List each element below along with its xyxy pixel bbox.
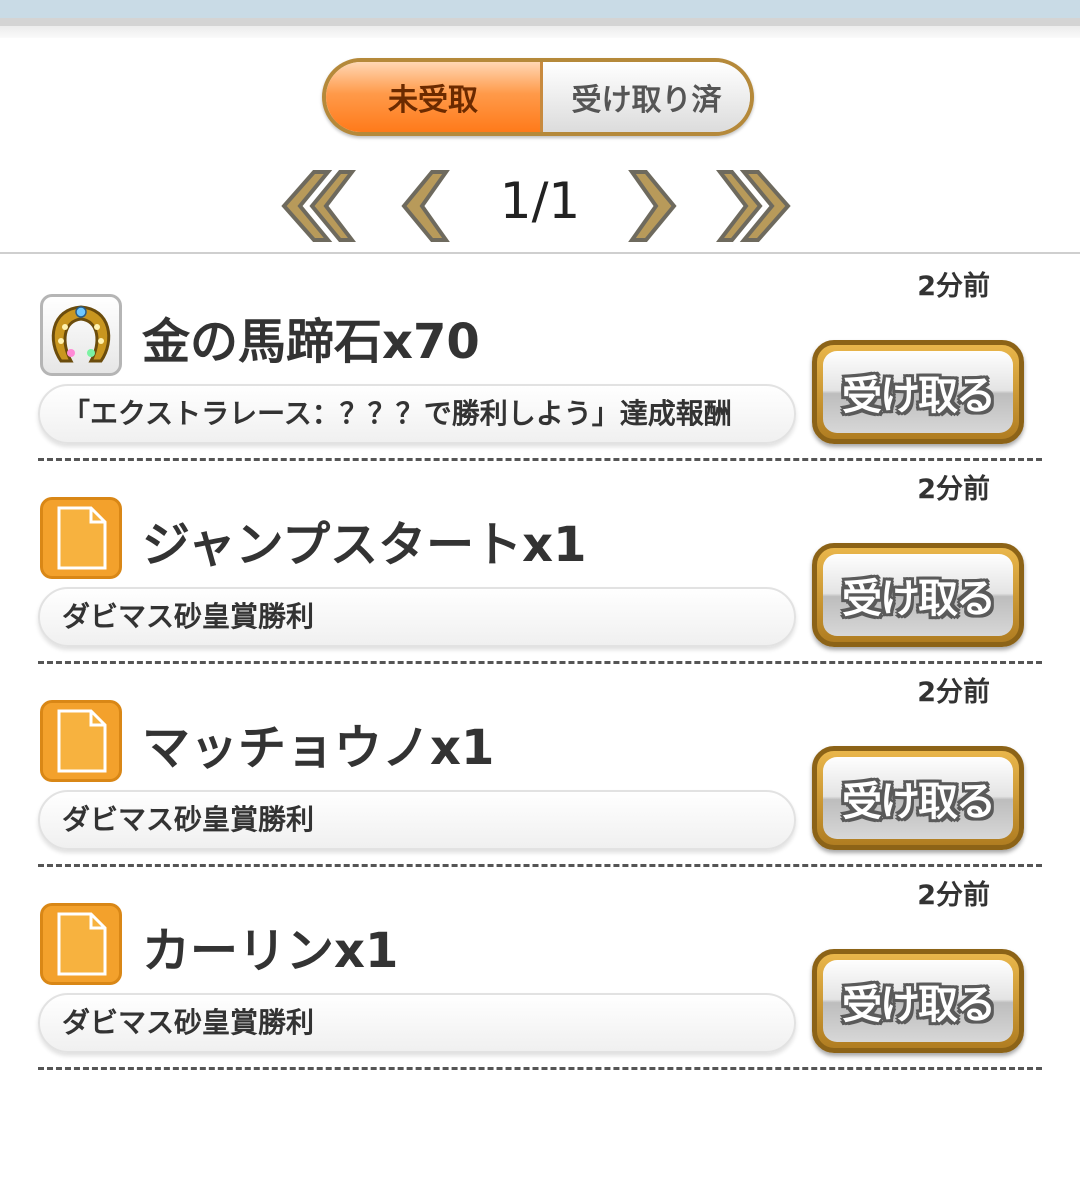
receive-button[interactable]: 受け取る: [812, 949, 1024, 1053]
item-description: 「エクストラレース：？？？で勝利しよう」達成報酬: [38, 384, 796, 444]
item-description: ダビマス砂皇賞勝利: [38, 993, 796, 1053]
document-icon: [40, 497, 122, 579]
top-bar-shadow: [0, 26, 1080, 38]
item-title: カーリンx1: [142, 923, 399, 979]
header-divider: [0, 252, 1080, 254]
double-chevron-right-icon: [715, 170, 791, 242]
receive-button-label: 受け取る: [842, 779, 996, 825]
tab-switcher: 未受取 受け取り済: [322, 58, 754, 136]
chevron-left-icon: [401, 170, 450, 242]
first-page-button[interactable]: [276, 166, 357, 246]
receive-button-label: 受け取る: [842, 576, 996, 622]
next-page-button[interactable]: [606, 166, 686, 246]
item-time: 2分前: [917, 271, 990, 302]
item-time: 2分前: [917, 880, 990, 911]
document-icon: [40, 903, 122, 985]
receive-button-label: 受け取る: [842, 373, 996, 419]
chevron-right-icon: [628, 170, 677, 242]
page-indicator: 1/1: [499, 172, 581, 230]
tab-claimed[interactable]: 受け取り済: [543, 62, 750, 132]
document-icon: [40, 700, 122, 782]
top-bar-border: [0, 18, 1080, 26]
prev-page-button[interactable]: [392, 166, 472, 246]
receive-button[interactable]: 受け取る: [812, 543, 1024, 647]
tab-unclaimed[interactable]: 未受取: [326, 62, 543, 132]
horseshoe-icon: [40, 294, 122, 376]
list-item: 2分前 マッチョウノx1 ダビマス砂皇賞勝利 受け取る: [0, 664, 1080, 867]
list-item: 2分前 カーリンx1 ダビマス砂皇賞勝利 受け取る: [0, 867, 1080, 1070]
receive-button[interactable]: 受け取る: [812, 746, 1024, 850]
top-bar: [0, 0, 1080, 18]
list-item: 2分前 ジャンプスタートx1 ダビマス砂皇賞勝利 受け取る: [0, 461, 1080, 664]
item-title: マッチョウノx1: [142, 720, 495, 776]
receive-button-label: 受け取る: [842, 982, 996, 1028]
receive-button[interactable]: 受け取る: [812, 340, 1024, 444]
item-time: 2分前: [917, 474, 990, 505]
item-description: ダビマス砂皇賞勝利: [38, 790, 796, 850]
item-description: ダビマス砂皇賞勝利: [38, 587, 796, 647]
last-page-button[interactable]: [715, 166, 796, 246]
item-title: 金の馬蹄石x70: [142, 314, 480, 370]
list-item: 2分前 金の馬蹄石x70 「エクストラレース：？？？で勝利しよう」達成報酬 受け…: [0, 258, 1080, 461]
double-chevron-left-icon: [281, 170, 357, 242]
item-divider: [38, 1067, 1042, 1070]
item-time: 2分前: [917, 677, 990, 708]
item-title: ジャンプスタートx1: [142, 517, 587, 573]
